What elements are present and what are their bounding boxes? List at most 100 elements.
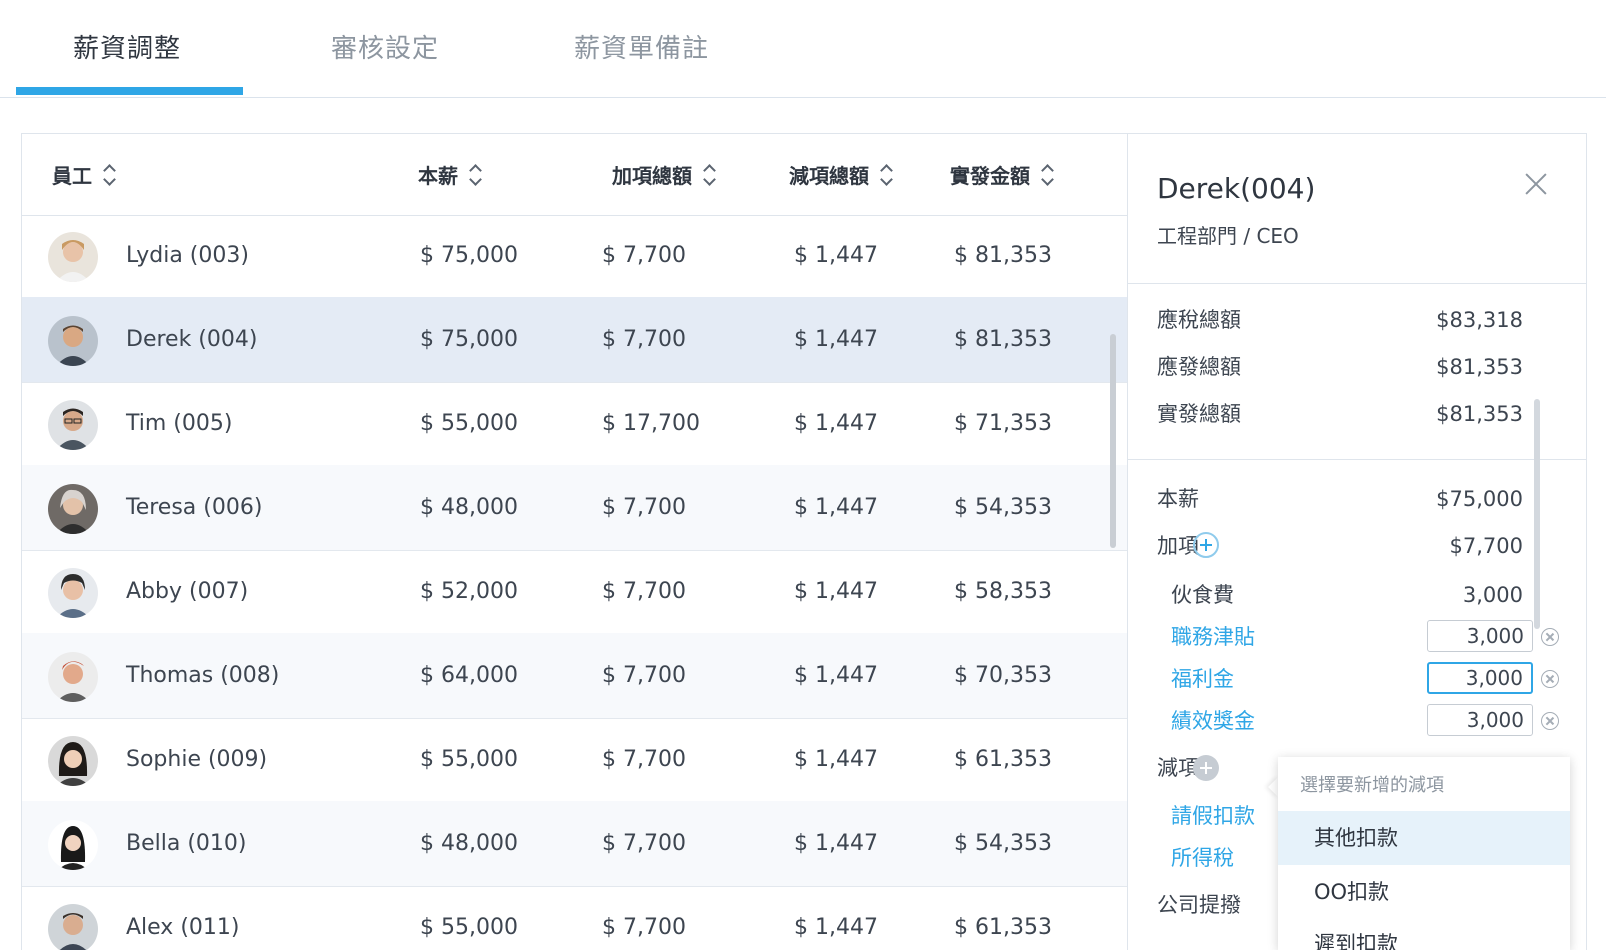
table-row[interactable]: Teresa (006) $ 48,000 $ 7,700 $ 1,447 $ …	[22, 465, 1130, 551]
employee-name: Thomas (008)	[126, 663, 280, 688]
sort-icon	[102, 163, 116, 187]
base-salary: $ 55,000	[420, 747, 518, 772]
net-amount: $ 70,353	[954, 663, 1052, 688]
net-amount: $ 81,353	[954, 327, 1052, 352]
sort-icon	[1040, 163, 1054, 187]
tab-payslip-notes[interactable]: 薪資單備註	[574, 28, 709, 65]
column-header-net[interactable]: 實發金額	[950, 160, 1054, 189]
avatar	[48, 652, 98, 702]
net-amount: $ 54,353	[954, 495, 1052, 520]
net-amount: $ 81,353	[954, 243, 1052, 268]
deductions-total: $ 1,447	[794, 411, 878, 436]
avatar	[48, 904, 98, 950]
deductions-total: $ 1,447	[794, 831, 878, 856]
employee-name: Bella (010)	[126, 831, 247, 856]
employee-name: Teresa (006)	[126, 495, 263, 520]
detail-department: 工程部門 / CEO	[1157, 224, 1299, 248]
avatar	[48, 484, 98, 534]
add-addition-plus-icon[interactable]	[1193, 532, 1219, 558]
net-amount: $ 61,353	[954, 747, 1052, 772]
detail-employee-name: Derek(004)	[1157, 172, 1316, 205]
detail-scrollbar[interactable]	[1534, 399, 1540, 629]
sort-icon	[702, 163, 716, 187]
column-header-base[interactable]: 本薪	[418, 160, 482, 189]
employee-name: Tim (005)	[126, 411, 233, 436]
remove-circle-icon[interactable]	[1541, 670, 1559, 688]
base-salary: $ 48,000	[420, 831, 518, 856]
welfare-input[interactable]	[1427, 662, 1533, 694]
avatar	[48, 400, 98, 450]
divider	[1128, 459, 1586, 460]
deductions-total: $ 1,447	[794, 495, 878, 520]
summary-gross-total: 應發總額 $81,353	[1157, 355, 1523, 379]
table-row[interactable]: Tim (005) $ 55,000 $ 17,700 $ 1,447 $ 71…	[22, 381, 1130, 467]
performance-bonus-input[interactable]	[1427, 704, 1533, 736]
base-salary: $ 52,000	[420, 579, 518, 604]
additions-total: $ 7,700	[602, 327, 686, 352]
tab-review-settings[interactable]: 審核設定	[331, 28, 439, 65]
position-allowance-input[interactable]	[1427, 620, 1533, 652]
additions-total: $ 17,700	[602, 411, 700, 436]
summary-taxable-total: 應稅總額 $83,318	[1157, 308, 1523, 332]
remove-circle-icon[interactable]	[1541, 628, 1559, 646]
dropdown-option-other-deduction[interactable]: 其他扣款	[1278, 811, 1570, 865]
employee-name: Sophie (009)	[126, 747, 268, 772]
additions-total: $ 7,700	[602, 243, 686, 268]
table-row[interactable]: Sophie (009) $ 55,000 $ 7,700 $ 1,447 $ …	[22, 717, 1130, 803]
welfare-link[interactable]: 福利金	[1171, 664, 1234, 694]
employee-name: Abby (007)	[126, 579, 249, 604]
deductions-total: $ 1,447	[794, 579, 878, 604]
sort-icon	[468, 163, 482, 187]
employee-name: Lydia (003)	[126, 243, 249, 268]
additions-total: $ 7,700	[602, 915, 686, 940]
remove-circle-icon[interactable]	[1541, 712, 1559, 730]
dropdown-option-oo-deduction[interactable]: OO扣款	[1278, 865, 1570, 919]
dropdown-option-late-deduction[interactable]: 遲到扣款	[1278, 917, 1570, 950]
column-header-employee[interactable]: 員工	[52, 160, 116, 189]
position-allowance-link[interactable]: 職務津貼	[1171, 622, 1255, 652]
employee-name: Derek (004)	[126, 327, 258, 352]
deductions-total: $ 1,447	[794, 915, 878, 940]
table-row-selected[interactable]: Derek (004) $ 75,000 $ 7,700 $ 1,447 $ 8…	[22, 297, 1130, 383]
income-tax-link[interactable]: 所得稅	[1171, 843, 1234, 873]
base-salary: $ 75,000	[420, 327, 518, 352]
meal-allowance-line: 伙食費 3,000	[1171, 583, 1523, 607]
dropdown-header: 選擇要新增的減項	[1300, 775, 1444, 796]
avatar	[48, 736, 98, 786]
base-salary: $ 75,000	[420, 243, 518, 268]
detail-header: Derek(004) 工程部門 / CEO	[1128, 134, 1586, 284]
table-row[interactable]: Alex (011) $ 55,000 $ 7,700 $ 1,447 $ 61…	[22, 885, 1130, 950]
base-salary: $ 64,000	[420, 663, 518, 688]
additions-total: $ 7,700	[602, 495, 686, 520]
deductions-total: $ 1,447	[794, 747, 878, 772]
deductions-total: $ 1,447	[794, 327, 878, 352]
tab-bar: 薪資調整 審核設定 薪資單備註	[0, 0, 1606, 98]
base-salary: $ 55,000	[420, 915, 518, 940]
table-row[interactable]: Abby (007) $ 52,000 $ 7,700 $ 1,447 $ 58…	[22, 549, 1130, 635]
avatar	[48, 232, 98, 282]
performance-bonus-link[interactable]: 績效獎金	[1171, 706, 1255, 736]
column-header-additions[interactable]: 加項總額	[612, 160, 716, 189]
add-deduction-plus-icon[interactable]	[1193, 755, 1219, 781]
table-header: 員工 本薪 加項總額 減項總額 實發金額	[22, 134, 1130, 216]
additions-total: $ 7,700	[602, 831, 686, 856]
leave-deduction-link[interactable]: 請假扣款	[1171, 801, 1255, 831]
table-row[interactable]: Lydia (003) $ 75,000 $ 7,700 $ 1,447 $ 8…	[22, 213, 1130, 299]
close-icon[interactable]	[1524, 172, 1548, 196]
avatar	[48, 568, 98, 618]
net-amount: $ 61,353	[954, 915, 1052, 940]
additions-total: $ 7,700	[602, 747, 686, 772]
sort-icon	[879, 163, 893, 187]
summary-net-total: 實發總額 $81,353	[1157, 402, 1523, 426]
table-row[interactable]: Thomas (008) $ 64,000 $ 7,700 $ 1,447 $ …	[22, 633, 1130, 719]
net-amount: $ 58,353	[954, 579, 1052, 604]
table-scrollbar[interactable]	[1110, 334, 1116, 548]
column-header-deductions[interactable]: 減項總額	[789, 160, 893, 189]
employee-name: Alex (011)	[126, 915, 240, 940]
active-tab-indicator	[16, 87, 243, 95]
base-salary-line: 本薪 $75,000	[1157, 487, 1523, 511]
table-row[interactable]: Bella (010) $ 48,000 $ 7,700 $ 1,447 $ 5…	[22, 801, 1130, 887]
deductions-total: $ 1,447	[794, 243, 878, 268]
tab-salary-adjustment[interactable]: 薪資調整	[73, 28, 181, 65]
avatar	[48, 316, 98, 366]
